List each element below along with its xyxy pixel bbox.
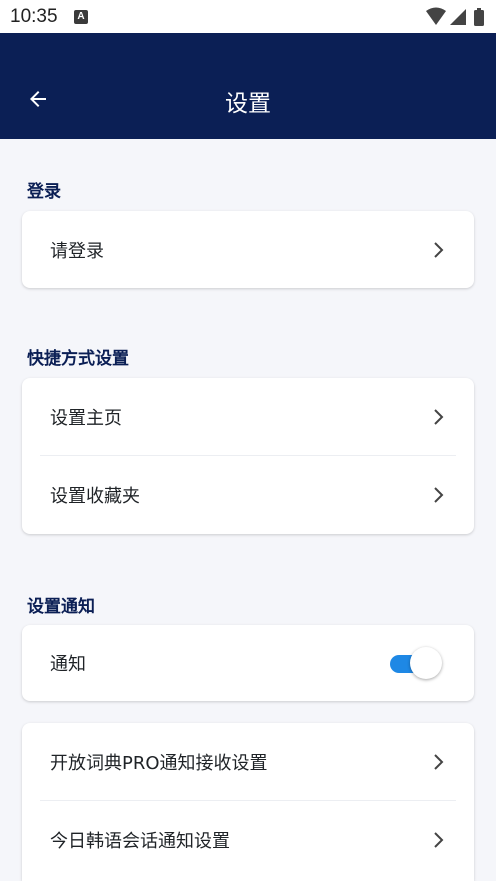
wifi-icon — [426, 7, 446, 25]
chevron-right-icon — [434, 409, 444, 425]
section-title-login: 登录 — [27, 182, 61, 202]
notification-settings-card: 开放词典PRO通知接收设置 今日韩语会话通知设置 — [22, 723, 474, 881]
set-favorites-label: 设置收藏夹 — [50, 486, 140, 507]
chevron-right-icon — [434, 754, 444, 770]
notification-toggle[interactable] — [388, 646, 444, 680]
a-letter-icon: A — [74, 10, 88, 24]
shortcuts-card: 设置主页 设置收藏夹 — [22, 378, 474, 534]
page-title: 设置 — [225, 91, 271, 117]
set-home-row[interactable]: 设置主页 — [22, 378, 474, 456]
section-title-notifications: 设置通知 — [27, 597, 95, 617]
korean-conversation-notification-label: 今日韩语会话通知设置 — [50, 831, 230, 852]
app-bar: 设置 — [0, 33, 496, 139]
chevron-right-icon — [434, 241, 444, 258]
login-card: 请登录 — [22, 211, 474, 288]
battery-icon — [474, 8, 484, 26]
notification-label: 通知 — [50, 654, 86, 675]
login-row[interactable]: 请登录 — [22, 211, 474, 288]
notification-toggle-row: 通知 — [22, 625, 474, 701]
korean-conversation-notification-row[interactable]: 今日韩语会话通知设置 — [22, 801, 474, 879]
status-time: 10:35 — [10, 6, 58, 27]
login-label: 请登录 — [50, 240, 104, 262]
pro-notification-label: 开放词典PRO通知接收设置 — [50, 753, 268, 774]
chevron-right-icon — [434, 832, 444, 848]
set-favorites-row[interactable]: 设置收藏夹 — [22, 456, 474, 534]
notification-toggle-card: 通知 — [22, 625, 474, 701]
set-home-label: 设置主页 — [50, 408, 122, 429]
section-title-shortcuts: 快捷方式设置 — [27, 349, 129, 369]
toggle-knob — [410, 647, 442, 679]
signal-icon — [450, 9, 466, 25]
status-bar: 10:35 A — [0, 0, 496, 33]
status-icons — [424, 7, 486, 27]
chevron-right-icon — [434, 487, 444, 503]
pro-notification-row[interactable]: 开放词典PRO通知接收设置 — [22, 723, 474, 801]
